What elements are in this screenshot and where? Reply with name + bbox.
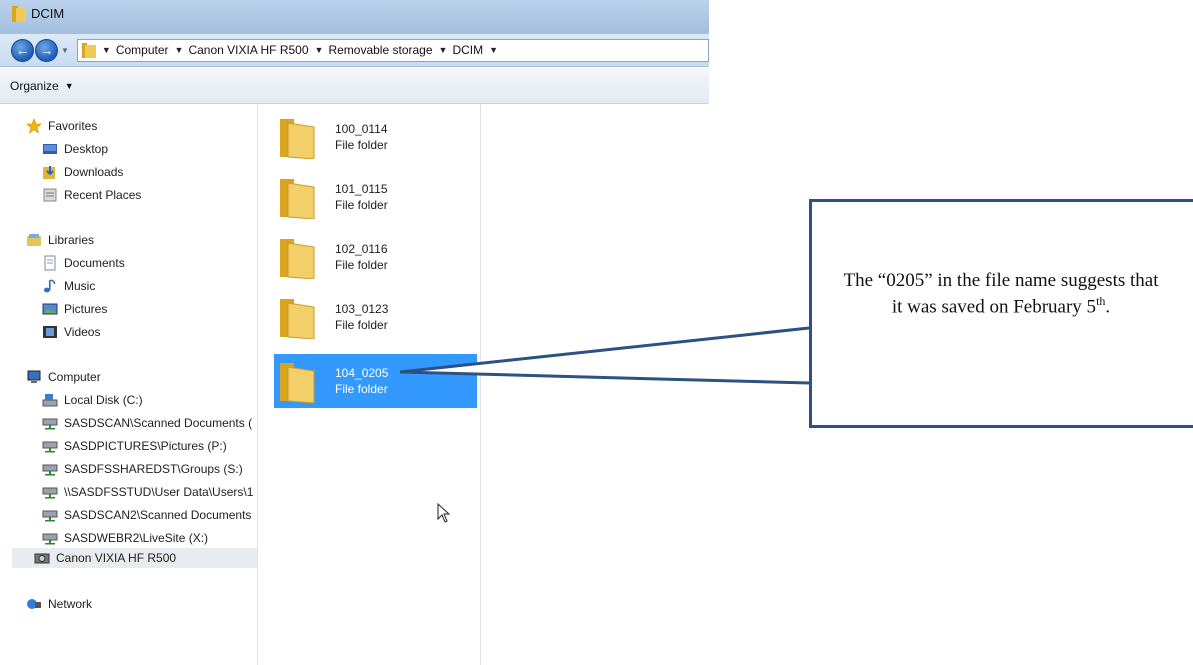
- videos-icon: [43, 326, 57, 338]
- nav-item-network-drive[interactable]: SASDSCAN2\Scanned Documents: [42, 505, 257, 525]
- folder-item[interactable]: 103_0123 File folder: [274, 290, 477, 344]
- chevron-down-icon[interactable]: ▼: [175, 45, 184, 55]
- folder-icon: [280, 119, 315, 159]
- folder-icon: [280, 299, 315, 339]
- nav-item-downloads[interactable]: Downloads: [42, 162, 257, 182]
- folder-item[interactable]: 102_0116 File folder: [274, 230, 477, 284]
- nav-item-recent-places[interactable]: Recent Places: [42, 185, 257, 205]
- folder-icon: [280, 239, 315, 279]
- nav-item-videos[interactable]: Videos: [42, 322, 257, 342]
- callout-text: The “0205” in the file name suggests tha…: [843, 270, 1159, 318]
- breadcrumb[interactable]: ▼ Computer ▼ Canon VIXIA HF R500 ▼ Removabl…: [76, 38, 709, 62]
- breadcrumb-item-camera[interactable]: ▼ Canon VIXIA HF R500: [169, 43, 309, 57]
- folder-icon: [12, 6, 26, 22]
- nav-item-network-drive[interactable]: SASDPICTURES\Pictures (P:): [42, 436, 257, 456]
- network-drive-icon: [42, 487, 58, 499]
- nav-item-local-disk[interactable]: Local Disk (C:): [42, 390, 257, 410]
- desktop-icon: [43, 144, 57, 154]
- mouse-cursor-icon: [437, 503, 451, 523]
- command-bar: Organize ▼: [0, 68, 709, 104]
- forward-button[interactable]: →: [35, 38, 58, 62]
- documents-icon: [44, 255, 56, 271]
- folder-item-selected[interactable]: 104_0205 File folder: [274, 354, 477, 408]
- nav-favorites[interactable]: Favorites: [26, 116, 257, 136]
- breadcrumb-item-storage[interactable]: ▼ Removable storage: [309, 43, 433, 57]
- recent-places-icon: [43, 188, 57, 202]
- title-bar: DCIM: [0, 0, 709, 34]
- folder-type: File folder: [335, 258, 388, 272]
- nav-item-network-drive[interactable]: SASDSCAN\Scanned Documents (: [42, 413, 257, 433]
- chevron-down-icon[interactable]: ▼: [489, 45, 498, 55]
- network-drive-icon: [42, 464, 58, 476]
- folder-item[interactable]: 100_0114 File folder: [274, 110, 477, 164]
- window-title: DCIM: [31, 6, 65, 21]
- camera-icon: [34, 553, 50, 564]
- nav-item-network-drive[interactable]: SASDFSSHAREDST\Groups (S:): [42, 459, 257, 479]
- address-bar: ← → ▼ ▼ Computer ▼ Canon VIXIA HF R500 ▼ Re…: [0, 34, 709, 67]
- folder-name: 104_0205: [335, 366, 389, 380]
- nav-item-network-drive[interactable]: SASDWEBR2\LiveSite (X:): [42, 528, 257, 548]
- star-icon: [26, 118, 42, 134]
- folder-icon: [280, 363, 315, 403]
- folder-type: File folder: [335, 382, 388, 396]
- computer-icon: [27, 370, 41, 383]
- chevron-down-icon[interactable]: ▼: [439, 45, 448, 55]
- navigation-pane: Favorites Desktop Downloads Recent Place…: [0, 104, 258, 665]
- folder-item[interactable]: 101_0115 File folder: [274, 170, 477, 224]
- back-button[interactable]: ←: [11, 38, 34, 62]
- organize-button[interactable]: Organize ▼: [10, 79, 74, 93]
- breadcrumb-item-computer[interactable]: ▼ Computer: [96, 43, 169, 57]
- folder-type: File folder: [335, 318, 388, 332]
- nav-item-music[interactable]: Music: [42, 276, 257, 296]
- network-drive-icon: [42, 510, 58, 522]
- folder-name: 101_0115: [335, 182, 388, 196]
- folder-name: 100_0114: [335, 122, 388, 136]
- music-icon: [44, 279, 56, 293]
- nav-item-camera[interactable]: Canon VIXIA HF R500: [12, 548, 257, 568]
- network-drive-icon: [42, 418, 58, 430]
- breadcrumb-item-dcim[interactable]: ▼ DCIM ▼: [433, 43, 504, 57]
- folder-icon: [81, 43, 96, 58]
- nav-computer[interactable]: Computer: [26, 367, 257, 387]
- chevron-down-icon[interactable]: ▼: [315, 45, 324, 55]
- folder-type: File folder: [335, 138, 388, 152]
- nav-item-network-drive[interactable]: \\SASDFSSTUD\User Data\Users\1: [42, 482, 257, 502]
- nav-item-desktop[interactable]: Desktop: [42, 139, 257, 159]
- recent-pages-chevron-icon[interactable]: ▼: [61, 46, 69, 55]
- network-drive-icon: [42, 533, 58, 545]
- hard-drive-icon: [42, 394, 58, 407]
- nav-network[interactable]: Network: [26, 594, 257, 614]
- nav-item-documents[interactable]: Documents: [42, 253, 257, 273]
- chevron-down-icon[interactable]: ▼: [102, 45, 111, 55]
- pictures-icon: [42, 303, 58, 315]
- network-icon: [27, 599, 41, 609]
- libraries-icon: [27, 234, 41, 246]
- downloads-icon: [43, 166, 55, 179]
- folder-name: 102_0116: [335, 242, 388, 256]
- folder-icon: [280, 179, 315, 219]
- folder-type: File folder: [335, 198, 388, 212]
- chevron-down-icon[interactable]: ▼: [65, 81, 74, 91]
- network-drive-icon: [42, 441, 58, 453]
- nav-item-pictures[interactable]: Pictures: [42, 299, 257, 319]
- nav-libraries[interactable]: Libraries: [26, 230, 257, 250]
- file-list: 100_0114 File folder 101_0115 File folder …: [259, 104, 481, 665]
- folder-name: 103_0123: [335, 302, 389, 316]
